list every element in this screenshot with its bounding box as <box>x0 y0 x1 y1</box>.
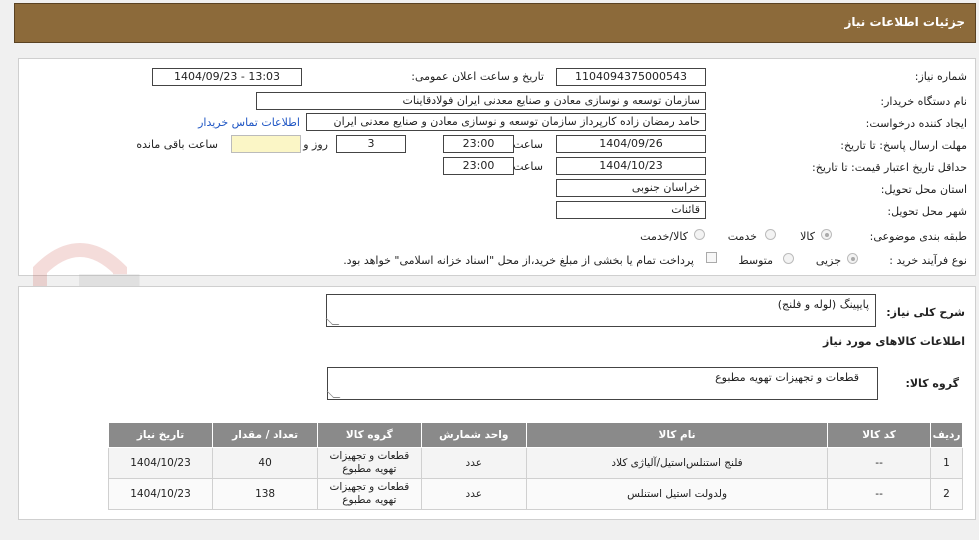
need-description-text: پایپینگ (لوله و فلنج) <box>777 298 869 311</box>
buyer-label: نام دستگاه خریدار: <box>880 95 967 108</box>
subject-category-label: طبقه بندی موضوعی: <box>869 230 967 243</box>
purchase-process-label: نوع فرآیند خرید : <box>889 254 967 267</box>
creator-label: ایجاد کننده درخواست: <box>865 117 967 130</box>
table-row[interactable]: 1 -- فلنج استنلس‌استیل/آلیاژی کلاد عدد ق… <box>107 447 963 479</box>
category-service-radio[interactable] <box>765 229 776 240</box>
announce-datetime-field: 1404/09/23 - 13:03 <box>152 68 302 86</box>
process-partial-radio[interactable] <box>847 253 858 264</box>
goods-group-label: گروه کالا: <box>905 377 959 390</box>
goods-group-text: قطعات و تجهیزات تهویه مطبوع <box>715 371 859 384</box>
page-header: جزئیات اطلاعات نیاز <box>14 3 976 43</box>
page-title: جزئیات اطلاعات نیاز <box>844 15 965 29</box>
creator-field: حامد رمضان زاده کارپرداز سازمان توسعه و … <box>306 113 706 131</box>
cell-row-number: 1 <box>930 447 963 479</box>
cell-unit: عدد <box>420 478 528 510</box>
cell-need-date: 1404/10/23 <box>107 447 214 479</box>
need-description-box: پایپینگ (لوله و فلنج) <box>325 294 876 327</box>
cell-item-code: -- <box>827 447 932 479</box>
deadline-time-field: 23:00 <box>443 135 514 153</box>
delivery-city-field: قائنات <box>556 201 706 219</box>
col-header-need-date: تاریخ نیاز <box>107 422 214 448</box>
category-goods-radio[interactable] <box>821 229 832 240</box>
category-service-label: خدمت <box>727 230 757 243</box>
col-header-item-code: کد کالا <box>827 422 932 448</box>
cell-item-group: قطعات و تجهیزات تهویه مطبوع <box>317 478 422 510</box>
required-goods-title: اطلاعات کالاهای مورد نیاز <box>823 335 965 348</box>
category-goods-service-label: کالا/خدمت <box>640 230 688 243</box>
items-table: ردیف کد کالا نام کالا واحد شمارش گروه کا… <box>107 422 963 510</box>
price-validity-date-field: 1404/10/23 <box>556 157 706 175</box>
category-goods-service-radio[interactable] <box>694 229 705 240</box>
delivery-city-label: شهر محل تحویل: <box>887 205 967 218</box>
days-label: روز و <box>303 138 328 151</box>
buyer-contact-link[interactable]: اطلاعات تماس خریدار <box>198 116 300 129</box>
remaining-hours-label: ساعت باقی مانده <box>136 138 218 151</box>
table-header-row: ردیف کد کالا نام کالا واحد شمارش گروه کا… <box>107 422 963 448</box>
cell-quantity: 138 <box>212 478 319 510</box>
days-remaining-field: 3 <box>336 135 406 153</box>
process-medium-radio[interactable] <box>783 253 794 264</box>
process-medium-label: متوسط <box>738 254 773 267</box>
cell-quantity: 40 <box>212 447 319 479</box>
col-header-quantity: تعداد / مقدار <box>212 422 319 448</box>
col-header-unit: واحد شمارش <box>420 422 528 448</box>
process-partial-label: جزیی <box>815 254 841 267</box>
delivery-province-label: استان محل تحویل: <box>880 183 967 196</box>
category-goods-label: کالا <box>800 230 815 243</box>
deadline-date-field: 1404/09/26 <box>556 135 706 153</box>
hours-remaining-field <box>231 135 301 153</box>
table-row[interactable]: 2 -- ولدولت استیل استنلس عدد قطعات و تجه… <box>107 478 963 510</box>
col-header-row-number: ردیف <box>930 422 963 448</box>
deadline-label: مهلت ارسال پاسخ: تا تاریخ: <box>840 139 967 152</box>
cell-item-name: فلنج استنلس‌استیل/آلیاژی کلاد <box>526 447 829 479</box>
cell-unit: عدد <box>420 447 528 479</box>
cell-row-number: 2 <box>930 478 963 510</box>
cell-item-name: ولدولت استیل استنلس <box>526 478 829 510</box>
resize-grip-icon[interactable] <box>326 391 341 398</box>
col-header-item-group: گروه کالا <box>317 422 422 448</box>
need-description-label: شرح کلی نیاز: <box>886 306 965 319</box>
treasury-payment-checkbox[interactable] <box>706 252 717 263</box>
need-number-field: 1104094375000543 <box>556 68 706 86</box>
cell-item-code: -- <box>827 478 932 510</box>
treasury-payment-note: پرداخت تمام یا بخشی از مبلغ خرید،از محل … <box>343 254 694 267</box>
price-validity-label: حداقل تاریخ اعتبار قیمت: تا تاریخ: <box>812 161 967 174</box>
price-validity-time-field: 23:00 <box>443 157 514 175</box>
price-validity-time-label: ساعت <box>513 160 543 173</box>
goods-group-box: قطعات و تجهیزات تهویه مطبوع <box>326 367 878 400</box>
delivery-province-field: خراسان جنوبی <box>556 179 706 197</box>
need-number-label: شماره نیاز: <box>914 70 967 83</box>
cell-item-group: قطعات و تجهیزات تهویه مطبوع <box>317 447 422 479</box>
announce-datetime-label: تاریخ و ساعت اعلان عمومی: <box>411 70 544 83</box>
col-header-item-name: نام کالا <box>526 422 829 448</box>
buyer-field: سازمان توسعه و نوسازی معادن و صنایع معدن… <box>256 92 706 110</box>
deadline-time-label: ساعت <box>513 138 543 151</box>
cell-need-date: 1404/10/23 <box>107 478 214 510</box>
resize-grip-icon[interactable] <box>325 318 340 325</box>
